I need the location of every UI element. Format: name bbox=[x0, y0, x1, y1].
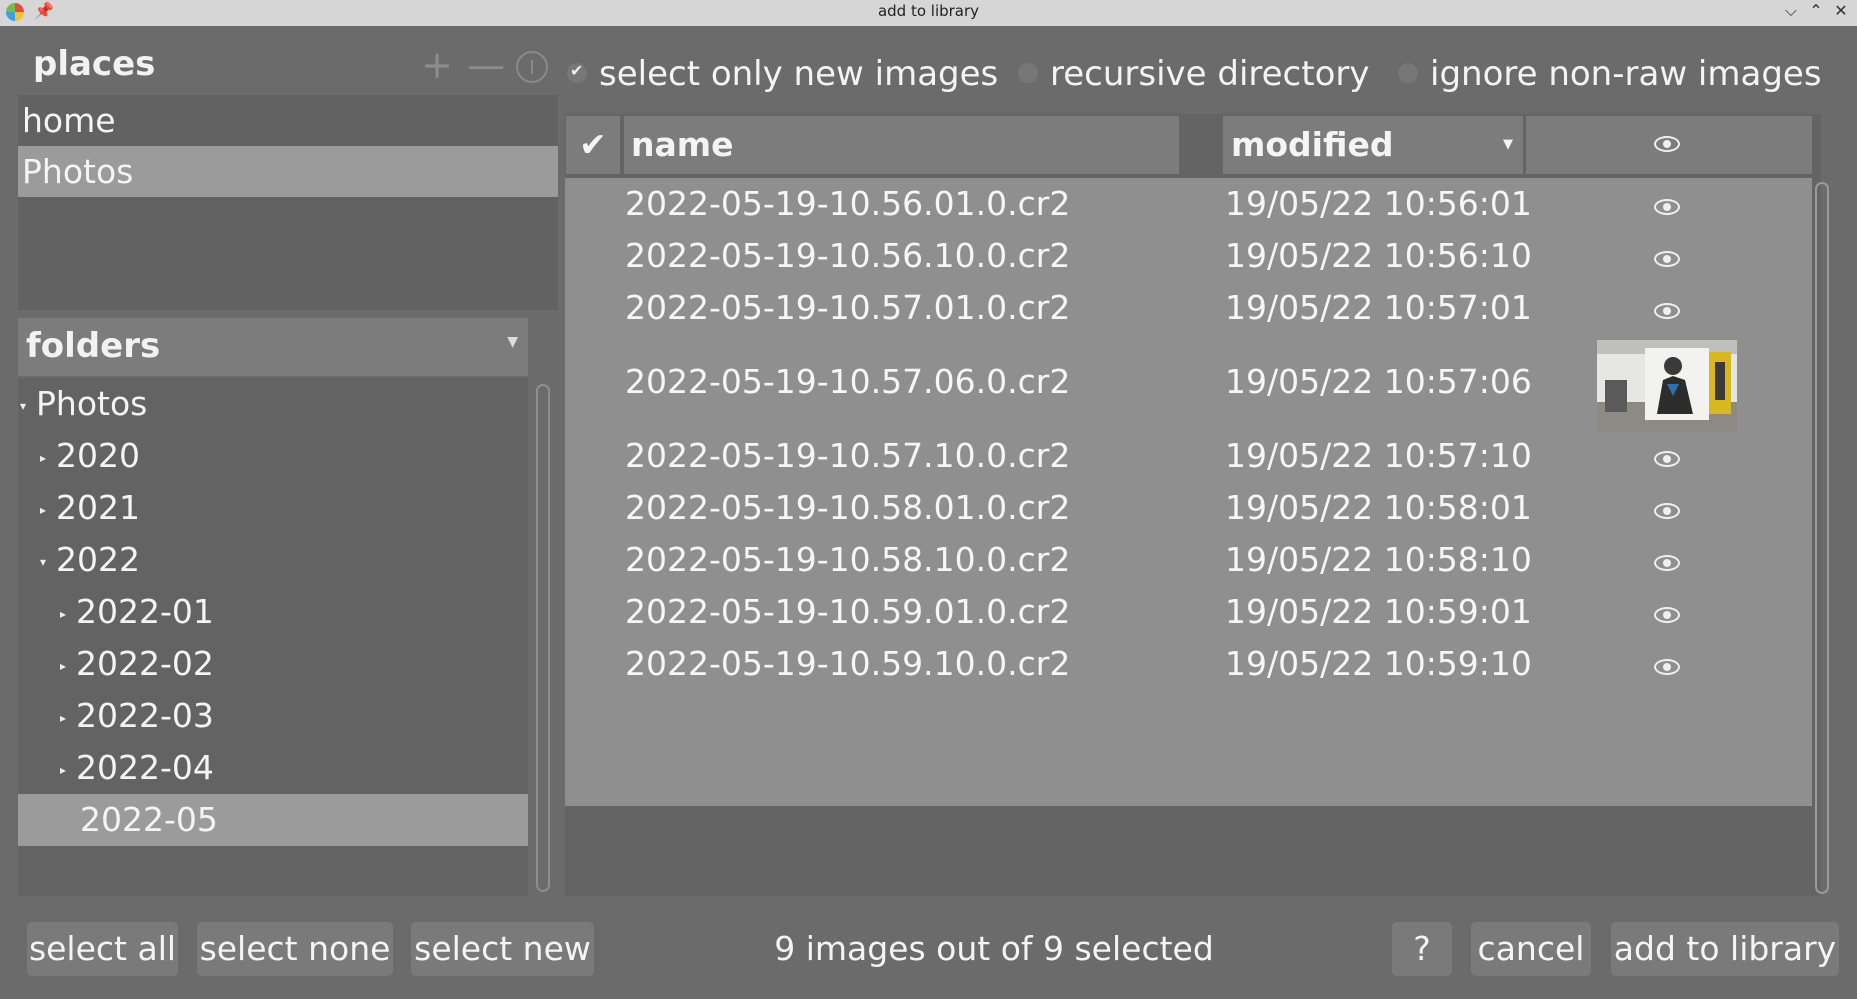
window-title: add to library bbox=[877, 2, 980, 20]
file-table: ✔ name modified ▼ 2022-05-19-10.56.01.0.c… bbox=[565, 114, 1821, 896]
file-modified: 19/05/22 10:59:10 bbox=[1225, 644, 1532, 683]
add-place-button[interactable]: + bbox=[417, 45, 457, 85]
table-row[interactable]: 2022-05-19-10.59.01.0.cr2 19/05/22 10:59… bbox=[565, 589, 1812, 641]
eye-icon[interactable] bbox=[1654, 555, 1680, 571]
eye-icon[interactable] bbox=[1654, 303, 1680, 319]
add-to-library-button[interactable]: add to library bbox=[1611, 922, 1839, 976]
chevron-down-icon: ▼ bbox=[507, 334, 518, 350]
selection-status: 9 images out of 9 selected bbox=[774, 929, 1214, 968]
expanded-arrow-icon[interactable]: ▾ bbox=[40, 536, 56, 588]
column-header-check[interactable]: ✔ bbox=[566, 116, 620, 174]
file-name: 2022-05-19-10.56.01.0.cr2 bbox=[625, 184, 1071, 223]
image-thumbnail[interactable] bbox=[1597, 340, 1737, 432]
folders-header[interactable]: folders ▼ bbox=[18, 318, 528, 376]
folder-item[interactable]: ▸ 2022-01 bbox=[60, 586, 214, 638]
file-modified: 19/05/22 10:57:10 bbox=[1225, 436, 1532, 475]
table-row[interactable]: 2022-05-19-10.56.01.0.cr2 19/05/22 10:56… bbox=[565, 181, 1812, 233]
select-new-button[interactable]: select new bbox=[411, 922, 594, 976]
folder-item[interactable]: ▾ Photos bbox=[20, 378, 147, 430]
recursive-directory-checkbox[interactable]: recursive directory bbox=[1018, 54, 1369, 94]
eye-icon[interactable] bbox=[1654, 251, 1680, 267]
sort-arrow-icon: ▼ bbox=[1503, 137, 1513, 152]
minimize-button[interactable]: ⌵ bbox=[1780, 0, 1802, 22]
file-modified: 19/05/22 10:59:01 bbox=[1225, 592, 1532, 631]
collapsed-arrow-icon[interactable]: ▸ bbox=[40, 432, 56, 484]
file-modified: 19/05/22 10:57:01 bbox=[1225, 288, 1532, 327]
file-modified: 19/05/22 10:58:01 bbox=[1225, 488, 1532, 527]
folders-tree: ▾ Photos ▸ 2020 ▸ 2021 ▾ 2022 ▸ 2022-01 ▸ 2022… bbox=[18, 378, 528, 896]
file-name: 2022-05-19-10.59.10.0.cr2 bbox=[625, 644, 1071, 683]
file-modified: 19/05/22 10:57:06 bbox=[1225, 362, 1532, 401]
expanded-arrow-icon[interactable]: ▾ bbox=[20, 380, 36, 432]
table-row[interactable]: 2022-05-19-10.57.10.0.cr2 19/05/22 10:57… bbox=[565, 433, 1812, 485]
ignore-nonraw-checkbox[interactable]: ignore non-raw images bbox=[1398, 54, 1822, 94]
collapsed-arrow-icon[interactable]: ▸ bbox=[40, 484, 56, 536]
select-none-button[interactable]: select none bbox=[197, 922, 393, 976]
file-modified: 19/05/22 10:58:10 bbox=[1225, 540, 1532, 579]
folder-item-selected[interactable]: 2022-05 bbox=[18, 794, 528, 846]
eye-icon bbox=[1654, 136, 1680, 152]
folder-item[interactable]: ▸ 2022-04 bbox=[60, 742, 214, 794]
folder-item[interactable]: ▾ 2022 bbox=[40, 534, 140, 586]
checkbox-checked-icon bbox=[567, 61, 587, 83]
table-row[interactable]: 2022-05-19-10.58.01.0.cr2 19/05/22 10:58… bbox=[565, 485, 1812, 537]
help-button[interactable]: ? bbox=[1392, 922, 1452, 976]
file-name: 2022-05-19-10.57.06.0.cr2 bbox=[625, 362, 1071, 401]
column-header-modified[interactable]: modified ▼ bbox=[1223, 116, 1523, 174]
file-modified: 19/05/22 10:56:10 bbox=[1225, 236, 1532, 275]
collapsed-arrow-icon[interactable]: ▸ bbox=[60, 640, 76, 692]
folder-item[interactable]: ▸ 2022-03 bbox=[60, 690, 214, 742]
title-bar: 📌 add to library ⌵ ⌃ ✕ bbox=[0, 0, 1857, 26]
maximize-button[interactable]: ⌃ bbox=[1805, 0, 1827, 22]
file-name: 2022-05-19-10.57.01.0.cr2 bbox=[625, 288, 1071, 327]
folders-scrollbar[interactable] bbox=[536, 384, 550, 892]
remove-place-button[interactable]: — bbox=[466, 45, 506, 85]
file-name: 2022-05-19-10.56.10.0.cr2 bbox=[625, 236, 1071, 275]
checkbox-unchecked-icon bbox=[1398, 62, 1418, 83]
place-item-photos[interactable]: Photos bbox=[18, 146, 558, 197]
select-all-button[interactable]: select all bbox=[27, 922, 178, 976]
file-name: 2022-05-19-10.59.01.0.cr2 bbox=[625, 592, 1071, 631]
eye-icon[interactable] bbox=[1654, 199, 1680, 215]
table-row[interactable]: 2022-05-19-10.57.06.0.cr2 19/05/22 10:57… bbox=[565, 337, 1812, 433]
folders-heading: folders bbox=[26, 326, 161, 366]
place-item-home[interactable]: home bbox=[18, 95, 558, 146]
eye-icon[interactable] bbox=[1654, 659, 1680, 675]
places-list: home Photos bbox=[18, 95, 558, 310]
eye-icon[interactable] bbox=[1654, 607, 1680, 623]
file-modified: 19/05/22 10:56:01 bbox=[1225, 184, 1532, 223]
column-header-name[interactable]: name bbox=[624, 116, 1179, 174]
column-header-preview[interactable] bbox=[1526, 116, 1812, 174]
table-row[interactable]: 2022-05-19-10.57.01.0.cr2 19/05/22 10:57… bbox=[565, 285, 1812, 337]
folder-item[interactable]: ▸ 2022-02 bbox=[60, 638, 214, 690]
file-name: 2022-05-19-10.57.10.0.cr2 bbox=[625, 436, 1071, 475]
info-icon[interactable] bbox=[516, 51, 548, 83]
select-only-new-checkbox[interactable]: select only new images bbox=[567, 54, 998, 94]
eye-icon[interactable] bbox=[1654, 503, 1680, 519]
file-name: 2022-05-19-10.58.01.0.cr2 bbox=[625, 488, 1071, 527]
table-row[interactable]: 2022-05-19-10.59.10.0.cr2 19/05/22 10:59… bbox=[565, 641, 1812, 693]
table-row[interactable]: 2022-05-19-10.58.10.0.cr2 19/05/22 10:58… bbox=[565, 537, 1812, 589]
table-scrollbar[interactable] bbox=[1815, 182, 1829, 894]
collapsed-arrow-icon[interactable]: ▸ bbox=[60, 692, 76, 744]
places-heading: places bbox=[33, 44, 156, 84]
collapsed-arrow-icon[interactable]: ▸ bbox=[60, 588, 76, 640]
file-name: 2022-05-19-10.58.10.0.cr2 bbox=[625, 540, 1071, 579]
checkbox-unchecked-icon bbox=[1018, 62, 1038, 83]
thumbnail-graphic bbox=[1597, 340, 1737, 432]
table-row[interactable]: 2022-05-19-10.56.10.0.cr2 19/05/22 10:56… bbox=[565, 233, 1812, 285]
cancel-button[interactable]: cancel bbox=[1471, 922, 1591, 976]
folder-item[interactable]: ▸ 2020 bbox=[40, 430, 140, 482]
folder-item[interactable]: ▸ 2021 bbox=[40, 482, 140, 534]
close-button[interactable]: ✕ bbox=[1830, 0, 1852, 22]
eye-icon[interactable] bbox=[1654, 451, 1680, 467]
collapsed-arrow-icon[interactable]: ▸ bbox=[60, 744, 76, 796]
